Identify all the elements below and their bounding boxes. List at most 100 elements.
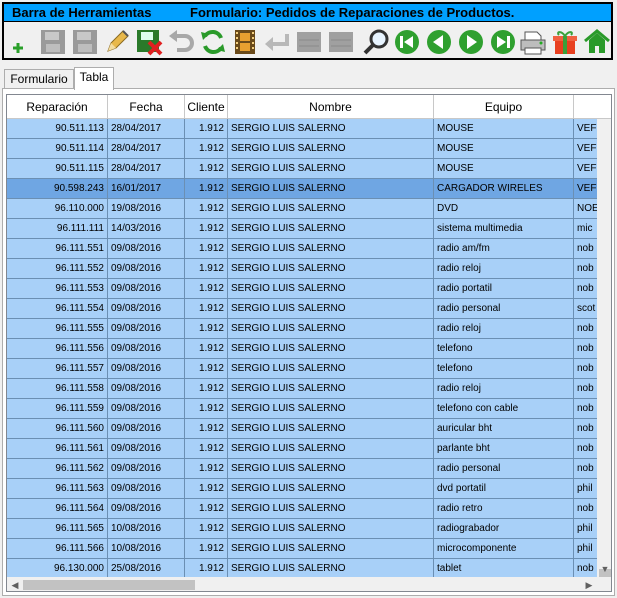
cell-fecha[interactable]: 28/04/2017 <box>108 119 185 139</box>
cell-fecha[interactable]: 09/08/2016 <box>108 379 185 399</box>
cell-equipo[interactable]: radio retro <box>434 499 574 519</box>
table-row[interactable]: 90.511.113 28/04/2017 1.912 SERGIO LUIS SAL… <box>7 119 611 139</box>
cell-equipo[interactable]: radio reloj <box>434 379 574 399</box>
cell-cliente[interactable]: 1.912 <box>185 459 228 479</box>
cell-equipo[interactable]: dvd portatil <box>434 479 574 499</box>
table-row[interactable]: 96.111.560 09/08/2016 1.912 SERGIO LUIS SAL… <box>7 419 611 439</box>
cell-reparacion[interactable]: 96.111.560 <box>7 419 108 439</box>
cell-fecha[interactable]: 25/08/2016 <box>108 559 185 579</box>
cell-nombre[interactable]: SERGIO LUIS SALERNO <box>228 119 434 139</box>
cell-nombre[interactable]: SERGIO LUIS SALERNO <box>228 439 434 459</box>
cell-fecha[interactable]: 28/04/2017 <box>108 159 185 179</box>
table-row[interactable]: 96.111.565 10/08/2016 1.912 SERGIO LUIS SAL… <box>7 519 611 539</box>
cell-reparacion[interactable]: 96.111.554 <box>7 299 108 319</box>
cell-equipo[interactable]: radiograbador <box>434 519 574 539</box>
cell-reparacion[interactable]: 96.111.563 <box>7 479 108 499</box>
table-row[interactable]: 96.111.564 09/08/2016 1.912 SERGIO LUIS SAL… <box>7 499 611 519</box>
refresh-button[interactable] <box>198 27 228 57</box>
cell-fecha[interactable]: 09/08/2016 <box>108 319 185 339</box>
cell-reparacion[interactable]: 90.511.114 <box>7 139 108 159</box>
cell-fecha[interactable]: 09/08/2016 <box>108 239 185 259</box>
cell-reparacion[interactable]: 96.111.555 <box>7 319 108 339</box>
table-row[interactable]: 96.111.557 09/08/2016 1.912 SERGIO LUIS SAL… <box>7 359 611 379</box>
cell-reparacion[interactable]: 96.111.559 <box>7 399 108 419</box>
cell-reparacion[interactable]: 96.111.552 <box>7 259 108 279</box>
delete-button[interactable] <box>134 27 164 57</box>
cell-nombre[interactable]: SERGIO LUIS SALERNO <box>228 479 434 499</box>
cell-nombre[interactable]: SERGIO LUIS SALERNO <box>228 399 434 419</box>
cell-fecha[interactable]: 09/08/2016 <box>108 479 185 499</box>
cell-equipo[interactable]: radio portatil <box>434 279 574 299</box>
cell-equipo[interactable]: telefono <box>434 339 574 359</box>
cell-equipo[interactable]: radio reloj <box>434 259 574 279</box>
cell-cliente[interactable]: 1.912 <box>185 139 228 159</box>
cell-nombre[interactable]: SERGIO LUIS SALERNO <box>228 159 434 179</box>
cell-fecha[interactable]: 09/08/2016 <box>108 259 185 279</box>
cell-reparacion[interactable]: 90.511.113 <box>7 119 108 139</box>
column-header-reparacion[interactable]: Reparación <box>7 95 108 119</box>
add-button[interactable] <box>6 27 36 57</box>
cell-nombre[interactable]: SERGIO LUIS SALERNO <box>228 259 434 279</box>
cell-cliente[interactable]: 1.912 <box>185 439 228 459</box>
blank-button-2[interactable] <box>326 27 356 57</box>
cell-nombre[interactable]: SERGIO LUIS SALERNO <box>228 339 434 359</box>
table-row[interactable]: 96.111.562 09/08/2016 1.912 SERGIO LUIS SAL… <box>7 459 611 479</box>
next-record-button[interactable] <box>456 27 486 57</box>
table-row[interactable]: 96.111.556 09/08/2016 1.912 SERGIO LUIS SAL… <box>7 339 611 359</box>
cell-equipo[interactable]: MOUSE <box>434 159 574 179</box>
cell-cliente[interactable]: 1.912 <box>185 499 228 519</box>
vertical-scrollbar[interactable]: ▼ <box>597 119 611 577</box>
cell-cliente[interactable]: 1.912 <box>185 559 228 579</box>
cell-nombre[interactable]: SERGIO LUIS SALERNO <box>228 219 434 239</box>
tab-tabla[interactable]: Tabla <box>74 67 114 90</box>
cell-equipo[interactable]: radio reloj <box>434 319 574 339</box>
cell-nombre[interactable]: SERGIO LUIS SALERNO <box>228 199 434 219</box>
cell-fecha[interactable]: 14/03/2016 <box>108 219 185 239</box>
cell-reparacion[interactable]: 96.111.561 <box>7 439 108 459</box>
cell-equipo[interactable]: MOUSE <box>434 119 574 139</box>
cell-reparacion[interactable]: 96.130.000 <box>7 559 108 579</box>
cell-nombre[interactable]: SERGIO LUIS SALERNO <box>228 239 434 259</box>
table-row[interactable]: 96.111.558 09/08/2016 1.912 SERGIO LUIS SAL… <box>7 379 611 399</box>
cell-nombre[interactable]: SERGIO LUIS SALERNO <box>228 539 434 559</box>
table-row[interactable]: 96.111.551 09/08/2016 1.912 SERGIO LUIS SAL… <box>7 239 611 259</box>
cell-equipo[interactable]: sistema multimedia <box>434 219 574 239</box>
cell-cliente[interactable]: 1.912 <box>185 259 228 279</box>
cell-reparacion[interactable]: 96.110.000 <box>7 199 108 219</box>
cell-reparacion[interactable]: 96.111.558 <box>7 379 108 399</box>
cell-equipo[interactable]: telefono con cable <box>434 399 574 419</box>
column-header-cliente[interactable]: Cliente <box>185 95 228 119</box>
column-header-nombre[interactable]: Nombre <box>228 95 434 119</box>
cell-reparacion[interactable]: 90.598.243 <box>7 179 108 199</box>
undo-button[interactable] <box>166 27 196 57</box>
cell-equipo[interactable]: auricular bht <box>434 419 574 439</box>
cell-cliente[interactable]: 1.912 <box>185 219 228 239</box>
cell-cliente[interactable]: 1.912 <box>185 279 228 299</box>
table-row[interactable]: 96.111.561 09/08/2016 1.912 SERGIO LUIS SAL… <box>7 439 611 459</box>
table-row[interactable]: 96.110.000 19/08/2016 1.912 SERGIO LUIS SAL… <box>7 199 611 219</box>
cell-equipo[interactable]: parlante bht <box>434 439 574 459</box>
cell-cliente[interactable]: 1.912 <box>185 539 228 559</box>
cell-nombre[interactable]: SERGIO LUIS SALERNO <box>228 279 434 299</box>
cell-fecha[interactable]: 09/08/2016 <box>108 439 185 459</box>
home-button[interactable] <box>582 27 612 57</box>
cell-reparacion[interactable]: 96.111.111 <box>7 219 108 239</box>
cell-nombre[interactable]: SERGIO LUIS SALERNO <box>228 359 434 379</box>
table-row[interactable]: 96.111.555 09/08/2016 1.912 SERGIO LUIS SAL… <box>7 319 611 339</box>
cell-fecha[interactable]: 19/08/2016 <box>108 199 185 219</box>
cell-cliente[interactable]: 1.912 <box>185 159 228 179</box>
table-row[interactable]: 96.111.559 09/08/2016 1.912 SERGIO LUIS SAL… <box>7 399 611 419</box>
scroll-down-icon[interactable]: ▼ <box>597 561 611 577</box>
column-header-extra[interactable] <box>574 95 611 119</box>
cell-cliente[interactable]: 1.912 <box>185 379 228 399</box>
table-row[interactable]: 96.111.554 09/08/2016 1.912 SERGIO LUIS SAL… <box>7 299 611 319</box>
cell-fecha[interactable]: 09/08/2016 <box>108 419 185 439</box>
cell-cliente[interactable]: 1.912 <box>185 119 228 139</box>
cell-nombre[interactable]: SERGIO LUIS SALERNO <box>228 139 434 159</box>
cell-reparacion[interactable]: 96.111.562 <box>7 459 108 479</box>
cell-cliente[interactable]: 1.912 <box>185 239 228 259</box>
cell-nombre[interactable]: SERGIO LUIS SALERNO <box>228 319 434 339</box>
cell-nombre[interactable]: SERGIO LUIS SALERNO <box>228 299 434 319</box>
cell-fecha[interactable]: 28/04/2017 <box>108 139 185 159</box>
column-header-fecha[interactable]: Fecha <box>108 95 185 119</box>
